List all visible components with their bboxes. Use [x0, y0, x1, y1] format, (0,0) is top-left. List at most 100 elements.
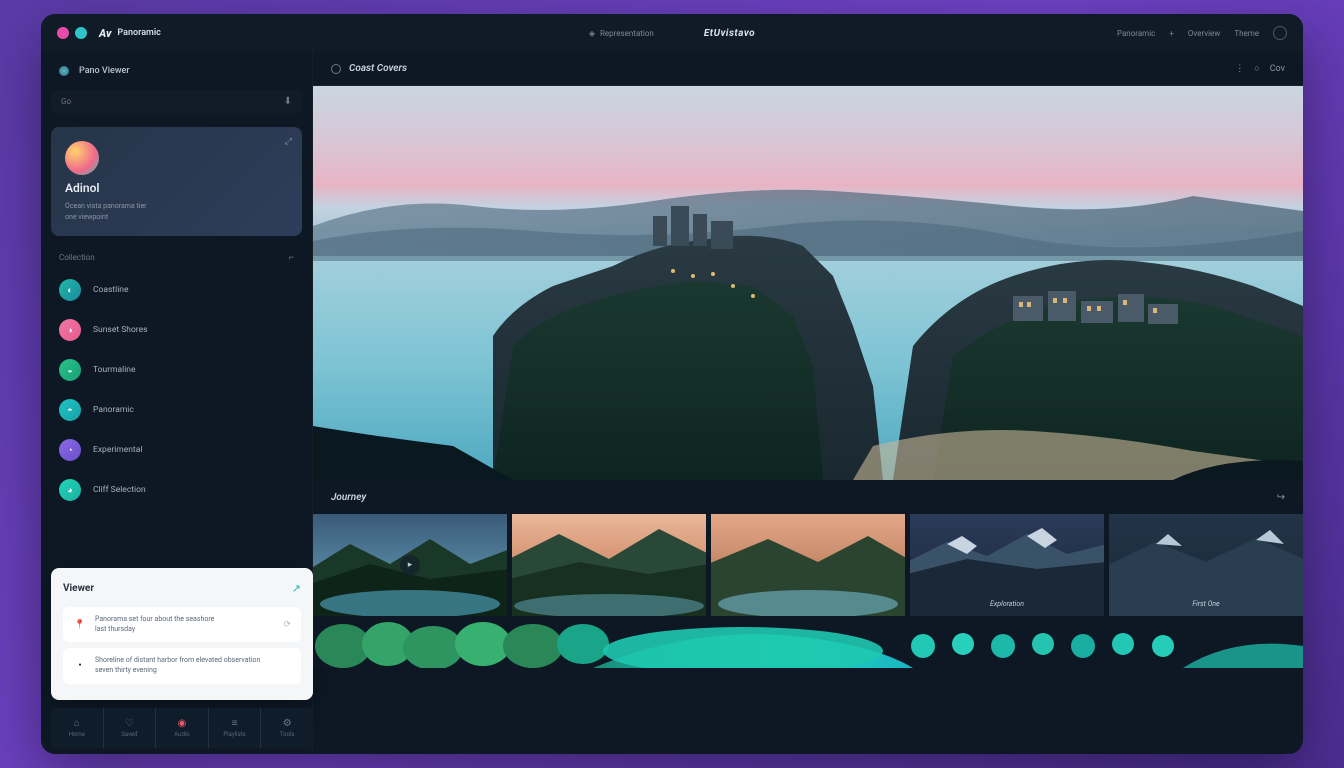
plus-icon[interactable]: + [1169, 29, 1174, 38]
thumb-2[interactable] [711, 514, 905, 616]
nav-label-4: Experimental [93, 445, 142, 455]
content-header-title: Coast Covers [349, 63, 407, 74]
content-header-badge[interactable]: Cov [1270, 64, 1285, 74]
content-header-left: Coast Covers [331, 63, 407, 74]
dock-label-2: Audio [174, 731, 189, 738]
dock-item-3[interactable]: ≡ Playlists [209, 708, 262, 748]
strip-header: Journey ↪ [313, 480, 1303, 514]
title-right-item-2[interactable]: Theme [1234, 29, 1259, 38]
dock-item-0[interactable]: ⌂ Home [51, 708, 104, 748]
title-tab[interactable]: ◈ Representation [589, 29, 654, 38]
brand-text: Panoramic [117, 28, 160, 38]
strip-title: Journey [331, 492, 366, 503]
thumb-caption-4: First One [1192, 600, 1219, 608]
heart-icon: ♡ [125, 718, 134, 729]
content-header-right: ⋮ ○ Cov [1235, 63, 1285, 74]
circle-icon[interactable]: ○ [1254, 63, 1259, 74]
list-icon: ≡ [232, 718, 238, 729]
nav-item-3[interactable]: ◓Panoramic [59, 399, 294, 421]
thumb-caption-3: Exploration [990, 600, 1024, 608]
dock-label-3: Playlists [223, 731, 245, 738]
app-body: Pano Viewer ⬇ ⤢ Adinol Ocean vista panor… [41, 52, 1303, 754]
nav-item-5[interactable]: ◕ Cliff Selection [59, 479, 294, 501]
title-center: ◈ Representation EtUvistavo [589, 28, 755, 39]
active-card-avatar [65, 141, 99, 175]
home-icon: ⌂ [74, 718, 80, 729]
menu-icon[interactable]: ⋮ [1235, 64, 1244, 74]
popup-item-1[interactable]: • Shoreline of distant harbor from eleva… [63, 648, 301, 684]
dock-label-0: Home [69, 731, 85, 738]
ring-icon [331, 64, 341, 74]
title-right-item-1[interactable]: Overview [1188, 29, 1220, 38]
popup-item-0[interactable]: 📍 Panorama set four about the seashorela… [63, 607, 301, 643]
app-window: Av Panoramic ◈ Representation EtUvistavo… [41, 14, 1303, 754]
dock-item-2[interactable]: ◉ Audio [156, 708, 209, 748]
search-row[interactable]: ⬇ [51, 90, 302, 113]
dock: ⌂ Home ♡ Saved ◉ Audio ≡ Playlists ⚙Tools [51, 708, 313, 748]
close-dot[interactable] [57, 27, 69, 39]
thumb-1[interactable] [512, 514, 706, 616]
minimize-dot[interactable] [75, 27, 87, 39]
nav-icon-3: ◓ [59, 399, 81, 421]
pin-icon: 📍 [73, 618, 87, 632]
active-card-title: Adinol [65, 181, 288, 195]
section-label-text: Collection [59, 253, 95, 262]
nav-icon-4: ◔ [59, 439, 81, 461]
popup-head: Viewer ↗ [63, 582, 301, 595]
popup-title: Viewer [63, 583, 94, 594]
sidebar-header: Pano Viewer [41, 62, 312, 86]
content-header: Coast Covers ⋮ ○ Cov [313, 52, 1303, 86]
refresh-icon[interactable]: ⟳ [283, 620, 291, 630]
dock-item-1[interactable]: ♡ Saved [104, 708, 157, 748]
nav-list: ◐ Coastline ◑Sunset Shores ◒ Tourmaline ◓P… [41, 271, 312, 509]
sidebar-header-title: Pano Viewer [79, 66, 130, 76]
nav-item-1[interactable]: ◑Sunset Shores [59, 319, 294, 341]
nav-label-0: Coastline [93, 285, 129, 295]
dock-label-1: Saved [121, 731, 137, 738]
main: Coast Covers ⋮ ○ Cov [313, 52, 1303, 754]
gear-icon: ⚙ [283, 718, 292, 729]
avatar[interactable] [1273, 26, 1287, 40]
external-link-icon[interactable]: ↗ [292, 582, 301, 595]
active-card-sub2: one viewpoint [65, 212, 288, 223]
sidebar-header-icon [59, 66, 69, 76]
app-name: EtUvistavo [704, 28, 755, 39]
popup: Viewer ↗ 📍 Panorama set four about the s… [51, 568, 313, 700]
brand-logo: Av [99, 27, 111, 40]
nav-item-0[interactable]: ◐ Coastline [59, 279, 294, 301]
nav-label-5: Cliff Selection [93, 485, 146, 495]
hero-image[interactable] [313, 86, 1303, 480]
title-right: Panoramic + Overview Theme [1117, 26, 1287, 40]
window-controls [57, 27, 87, 39]
section-label: Collection ⌐ [41, 248, 312, 271]
title-bar: Av Panoramic ◈ Representation EtUvistavo… [41, 14, 1303, 52]
collapse-icon[interactable]: ⌐ [289, 252, 294, 263]
dock-item-4[interactable]: ⚙Tools [261, 708, 313, 748]
nav-icon-2: ◒ [59, 359, 81, 381]
nav-item-4[interactable]: ◔ Experimental [59, 439, 294, 461]
nav-icon-0: ◐ [59, 279, 81, 301]
brand: Av Panoramic [99, 27, 161, 40]
nav-label-2: Tourmaline [93, 365, 136, 375]
sidebar: Pano Viewer ⬇ ⤢ Adinol Ocean vista panor… [41, 52, 313, 754]
title-tab-label: Representation [600, 29, 654, 38]
audio-icon: ◉ [178, 718, 187, 729]
thumb-3[interactable]: Exploration [910, 514, 1104, 616]
active-card[interactable]: ⤢ Adinol Ocean vista panorama tier one v… [51, 127, 302, 236]
search-input[interactable] [61, 97, 246, 106]
title-right-item-0[interactable]: Panoramic [1117, 29, 1155, 38]
nav-icon-1: ◑ [59, 319, 81, 341]
popup-item-text-0: Panorama set four about the seashorelast… [95, 615, 275, 635]
expand-icon[interactable]: ⤢ [285, 137, 292, 147]
location-icon: ◈ [589, 29, 595, 38]
thumb-4[interactable]: First One [1109, 514, 1303, 616]
dot-icon: • [73, 659, 87, 673]
thumb-0[interactable]: ▸ [313, 514, 507, 616]
nav-item-2[interactable]: ◒ Tourmaline [59, 359, 294, 381]
blob-row [313, 616, 1303, 668]
popup-item-text-1: Shoreline of distant harbor from elevate… [95, 656, 291, 676]
share-icon[interactable]: ↪ [1277, 492, 1285, 503]
nav-icon-5: ◕ [59, 479, 81, 501]
download-icon[interactable]: ⬇ [284, 96, 292, 107]
play-icon: ▸ [400, 555, 420, 575]
